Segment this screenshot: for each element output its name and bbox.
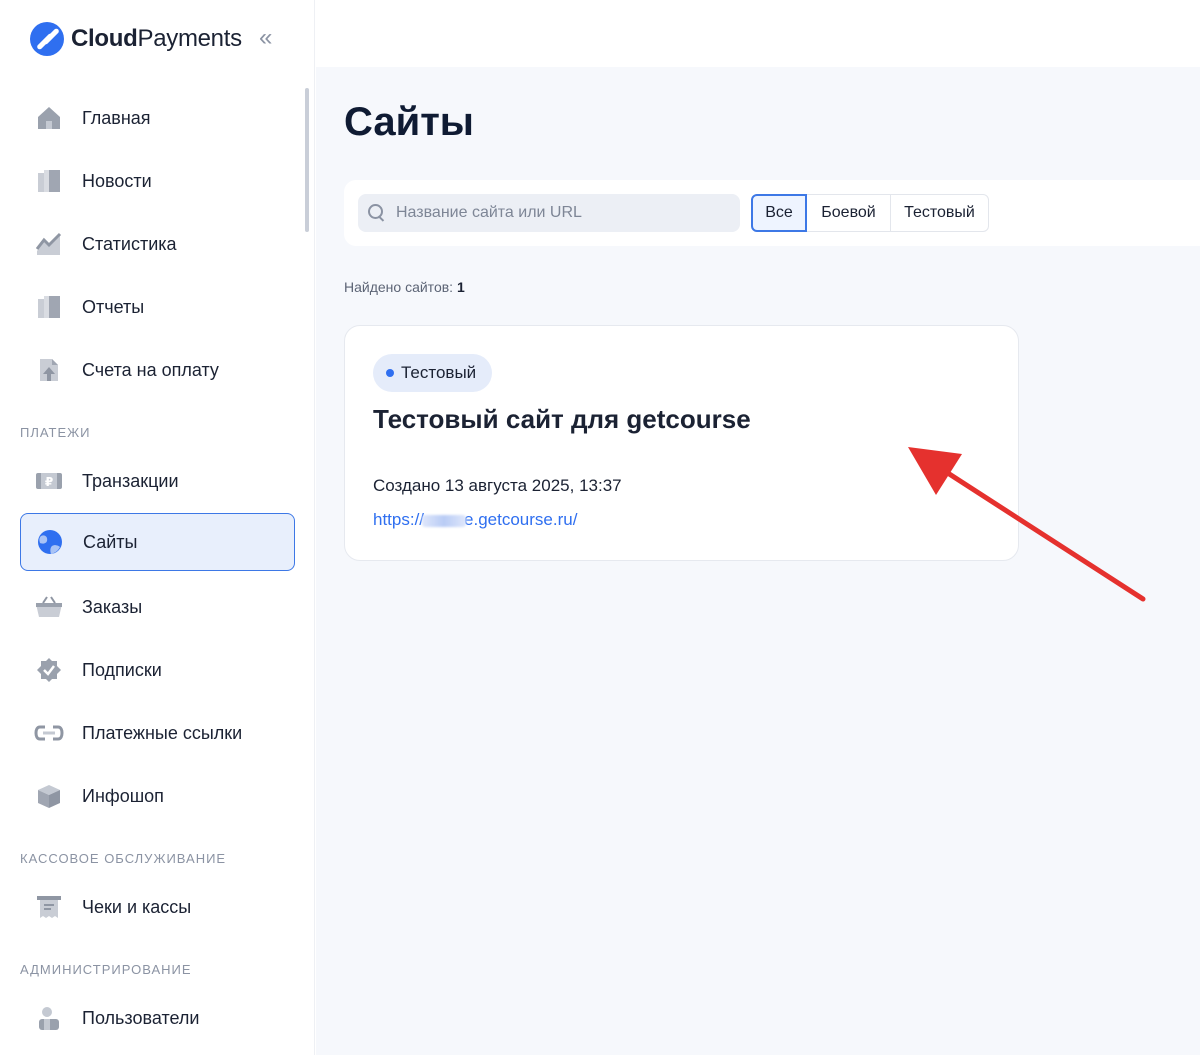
sidebar-item-statistics[interactable]: Статистика bbox=[20, 215, 295, 273]
found-number: 1 bbox=[456, 279, 465, 295]
sidebar-item-label: Сайты bbox=[83, 531, 138, 552]
sidebar-item-sites[interactable]: Сайты bbox=[20, 513, 295, 571]
badge-label: Тестовый bbox=[401, 363, 477, 382]
sidebar-item-subscriptions[interactable]: Подписки bbox=[20, 641, 295, 699]
sidebar-item-reports[interactable]: Отчеты bbox=[20, 278, 295, 336]
filter-test-button[interactable]: Тестовый bbox=[890, 194, 989, 232]
found-label: Найдено сайтов: bbox=[344, 279, 454, 295]
found-sites-count: Найдено сайтов: 1 bbox=[344, 279, 465, 295]
redacted-blur bbox=[422, 514, 467, 527]
page-title: Сайты bbox=[344, 100, 474, 144]
status-dot-icon bbox=[386, 369, 394, 377]
site-title[interactable]: Тестовый сайт для getcourse bbox=[373, 404, 751, 435]
chart-icon bbox=[34, 229, 64, 259]
search-input[interactable] bbox=[396, 204, 716, 222]
svg-text:₽: ₽ bbox=[45, 475, 53, 489]
sidebar-item-label: Счета на оплату bbox=[82, 359, 219, 380]
collapse-sidebar-icon[interactable]: « bbox=[259, 26, 283, 50]
site-url-prefix: https:// bbox=[373, 510, 425, 529]
filter-all-button[interactable]: Все bbox=[751, 194, 807, 232]
sidebar-item-receipts[interactable]: Чеки и кассы bbox=[20, 878, 295, 936]
sidebar: CloudPayments « Главная Новости Статисти… bbox=[0, 0, 315, 1055]
sidebar-item-home[interactable]: Главная bbox=[20, 89, 295, 147]
sidebar-item-orders[interactable]: Заказы bbox=[20, 578, 295, 636]
sidebar-item-payment-links[interactable]: Платежные ссылки bbox=[20, 704, 295, 762]
sidebar-item-label: Пользователи bbox=[82, 1007, 200, 1028]
top-bar bbox=[316, 0, 1200, 67]
sidebar-item-label: Отчеты bbox=[82, 296, 145, 317]
site-url-suffix: e.getcourse.ru/ bbox=[464, 510, 578, 529]
sidebar-item-label: Подписки bbox=[82, 659, 162, 680]
filter-production-button[interactable]: Боевой bbox=[807, 194, 891, 232]
sidebar-item-label: Транзакции bbox=[82, 470, 179, 491]
sidebar-item-label: Платежные ссылки bbox=[82, 722, 243, 743]
section-payments: ПЛАТЕЖИ bbox=[20, 425, 91, 440]
section-administration: АДМИНИСТРИРОВАНИЕ bbox=[20, 962, 192, 977]
site-status-badge: Тестовый bbox=[373, 354, 493, 392]
sidebar-item-label: Чеки и кассы bbox=[82, 896, 192, 917]
site-url-link[interactable]: https:// e.getcourse.ru/ bbox=[373, 510, 577, 530]
sidebar-scrollbar[interactable] bbox=[305, 88, 309, 232]
link-icon bbox=[34, 718, 64, 748]
sidebar-item-transactions[interactable]: ₽ Транзакции bbox=[20, 452, 295, 510]
users-icon bbox=[34, 1003, 64, 1033]
search-icon bbox=[368, 204, 386, 222]
sidebar-item-label: Главная bbox=[82, 107, 151, 128]
search-field[interactable] bbox=[358, 194, 740, 232]
sidebar-item-label: Статистика bbox=[82, 233, 177, 254]
badge-check-icon bbox=[34, 655, 64, 685]
receipt-icon bbox=[34, 892, 64, 922]
sidebar-item-label: Новости bbox=[82, 170, 152, 191]
section-cash-services: КАССОВОЕ ОБСЛУЖИВАНИЕ bbox=[20, 851, 227, 866]
news-icon bbox=[34, 166, 64, 196]
cloudpayments-logo-icon bbox=[30, 22, 64, 56]
box-icon bbox=[34, 781, 64, 811]
sidebar-item-news[interactable]: Новости bbox=[20, 152, 295, 210]
sidebar-item-invoices[interactable]: Счета на оплату bbox=[20, 341, 295, 399]
sidebar-item-infoshop[interactable]: Инфошоп bbox=[20, 767, 295, 825]
invoice-icon bbox=[34, 355, 64, 385]
basket-icon bbox=[34, 592, 64, 622]
red-annotation-arrow-icon bbox=[908, 447, 1146, 602]
sidebar-item-users[interactable]: Пользователи bbox=[20, 989, 295, 1047]
ruble-card-icon: ₽ bbox=[34, 466, 64, 496]
brand-name: CloudPayments bbox=[71, 25, 242, 52]
sidebar-item-label: Инфошоп bbox=[82, 785, 164, 806]
globe-icon bbox=[35, 527, 65, 557]
sidebar-item-label: Заказы bbox=[82, 596, 143, 617]
report-icon bbox=[34, 292, 64, 322]
home-icon bbox=[34, 103, 64, 133]
brand-logo[interactable]: CloudPayments bbox=[30, 22, 242, 56]
site-created-date: Создано 13 августа 2025, 13:37 bbox=[373, 476, 622, 495]
